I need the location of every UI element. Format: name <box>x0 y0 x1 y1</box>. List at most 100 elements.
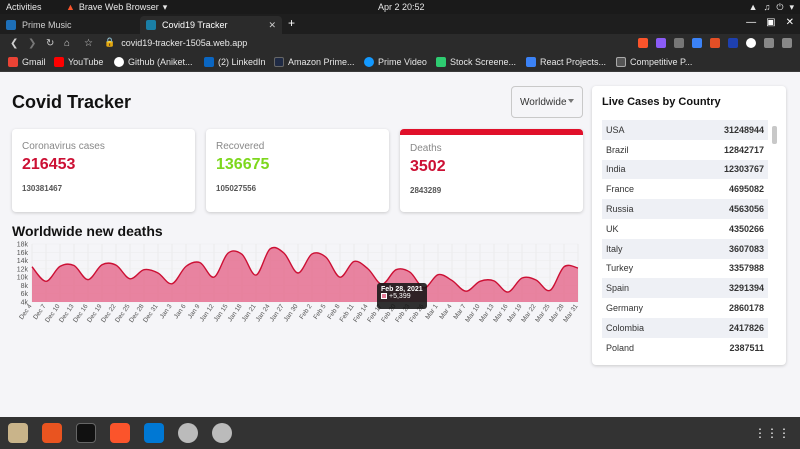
minimize-button[interactable]: — <box>746 17 756 28</box>
table-row[interactable]: France 4695082 <box>602 179 768 199</box>
cases-card[interactable]: Coronavirus cases 216453 130381467 <box>12 129 195 212</box>
tab-prime-music[interactable]: Prime Music <box>0 16 138 34</box>
data-point[interactable] <box>493 280 495 282</box>
data-point[interactable] <box>311 253 313 255</box>
system-tray[interactable]: ▲ ♫ ⏻ ▾ <box>749 2 794 13</box>
data-point[interactable] <box>87 278 89 280</box>
close-window-button[interactable]: ✕ <box>786 17 794 28</box>
data-point[interactable] <box>283 252 285 254</box>
table-scrollbar[interactable] <box>772 122 777 358</box>
data-point[interactable] <box>185 265 187 267</box>
software-center-icon[interactable] <box>42 423 62 443</box>
bookmark-gmail[interactable]: Gmail <box>8 57 46 67</box>
data-point[interactable] <box>563 266 565 268</box>
data-point[interactable] <box>31 266 33 268</box>
disk-icon[interactable] <box>212 423 232 443</box>
brave-rewards-icon[interactable] <box>656 38 666 48</box>
brave-icon[interactable] <box>110 423 130 443</box>
bookmark-linkedin[interactable]: (2) LinkedIn <box>204 57 266 67</box>
table-row[interactable]: India 12303767 <box>602 159 768 180</box>
data-point[interactable] <box>171 283 173 285</box>
data-point[interactable] <box>507 291 509 293</box>
data-point[interactable] <box>45 280 47 282</box>
profile-avatar[interactable] <box>746 38 756 48</box>
table-row[interactable]: Germany 2860178 <box>602 298 768 318</box>
scrollbar-thumb[interactable] <box>772 126 777 144</box>
data-point[interactable] <box>409 271 411 273</box>
data-point[interactable] <box>255 274 257 276</box>
table-row[interactable]: Brazil 12842717 <box>602 140 768 160</box>
country-dropdown[interactable]: Worldwide <box>511 86 583 118</box>
extension-icon[interactable] <box>710 38 720 48</box>
deaths-area-chart[interactable]: 4k6k8k10k12k14k16k18kDec 4Dec 7Dec 10Dec… <box>0 238 590 338</box>
country-table[interactable]: USA 31248944 Brazil 12842717 India 12303767 Fr… <box>602 120 768 360</box>
reload-button[interactable]: ↻ <box>46 38 54 49</box>
data-point[interactable] <box>143 268 145 270</box>
table-row[interactable]: Poland 2387511 <box>602 338 768 358</box>
activities-button[interactable]: Activities <box>6 2 42 12</box>
brave-shields-icon[interactable] <box>638 38 648 48</box>
table-row[interactable]: Colombia 2417826 <box>602 317 768 338</box>
data-point[interactable] <box>115 264 117 266</box>
data-point[interactable] <box>521 277 523 279</box>
data-point[interactable] <box>73 264 75 266</box>
table-row[interactable]: Italy 3607083 <box>602 238 768 259</box>
data-point[interactable] <box>535 279 537 281</box>
extension-icon[interactable] <box>674 38 684 48</box>
bookmark-github[interactable]: Github (Aniket... <box>114 57 193 67</box>
data-point[interactable] <box>549 289 551 291</box>
tab-covid-tracker[interactable]: Covid19 Tracker ✕ <box>140 16 282 34</box>
data-point[interactable] <box>199 261 201 263</box>
puzzle-icon[interactable] <box>764 38 774 48</box>
data-point[interactable] <box>437 273 439 275</box>
close-icon[interactable]: ✕ <box>268 20 276 31</box>
bookmark-amazon-prime[interactable]: Amazon Prime... <box>274 57 355 67</box>
data-point[interactable] <box>213 276 215 278</box>
extension-icon[interactable] <box>692 38 702 48</box>
bookmark-stock-screener[interactable]: Stock Screene... <box>436 57 516 67</box>
data-point[interactable] <box>269 248 271 250</box>
disk-icon[interactable] <box>178 423 198 443</box>
data-point[interactable] <box>479 280 481 282</box>
table-row[interactable]: Russia 4563056 <box>602 199 768 219</box>
address-bar[interactable]: 🔒 covid19-tracker-1505a.web.app <box>104 37 247 48</box>
bookmark-icon[interactable]: ☆ <box>84 38 93 49</box>
table-row[interactable]: UK 4350266 <box>602 219 768 239</box>
back-button[interactable]: ❮ <box>10 38 18 49</box>
data-point[interactable] <box>451 279 453 281</box>
maximize-button[interactable]: ▣ <box>766 17 775 28</box>
data-point[interactable] <box>241 253 243 255</box>
data-point[interactable] <box>367 268 369 270</box>
data-point[interactable] <box>129 278 131 280</box>
extension-icon[interactable] <box>728 38 738 48</box>
forward-button[interactable]: ❯ <box>28 38 36 49</box>
data-point[interactable] <box>353 260 355 262</box>
data-point[interactable] <box>577 267 579 269</box>
menu-icon[interactable] <box>782 38 792 48</box>
show-apps-icon[interactable]: ⋮⋮⋮ <box>754 426 790 440</box>
data-point[interactable] <box>227 252 229 254</box>
data-point[interactable] <box>101 264 103 266</box>
vscode-icon[interactable] <box>144 423 164 443</box>
data-point[interactable] <box>465 290 467 292</box>
files-icon[interactable] <box>8 423 28 443</box>
table-row[interactable]: Spain 3291394 <box>602 278 768 299</box>
data-point[interactable] <box>339 276 341 278</box>
bookmark-youtube[interactable]: YouTube <box>54 57 103 67</box>
home-button[interactable]: ⌂ <box>64 38 70 49</box>
bookmark-competitive[interactable]: Competitive P... <box>616 57 692 67</box>
bookmark-prime-video[interactable]: Prime Video <box>364 57 427 67</box>
recovered-card[interactable]: Recovered 136675 105027556 <box>206 129 389 212</box>
data-point[interactable] <box>325 256 327 258</box>
data-point[interactable] <box>395 268 397 270</box>
clock[interactable]: Apr 2 20:52 <box>378 2 425 12</box>
new-tab-button[interactable]: + <box>288 16 295 30</box>
data-point[interactable] <box>157 272 159 274</box>
app-menu[interactable]: ▲ Brave Web Browser ▾ <box>66 2 167 13</box>
data-point[interactable] <box>59 265 61 267</box>
table-row[interactable]: USA 31248944 <box>602 120 768 140</box>
deaths-card[interactable]: Deaths 3502 2843289 <box>400 129 583 212</box>
terminal-icon[interactable] <box>76 423 96 443</box>
table-row[interactable]: Turkey 3357988 <box>602 259 768 279</box>
data-point[interactable] <box>297 272 299 274</box>
